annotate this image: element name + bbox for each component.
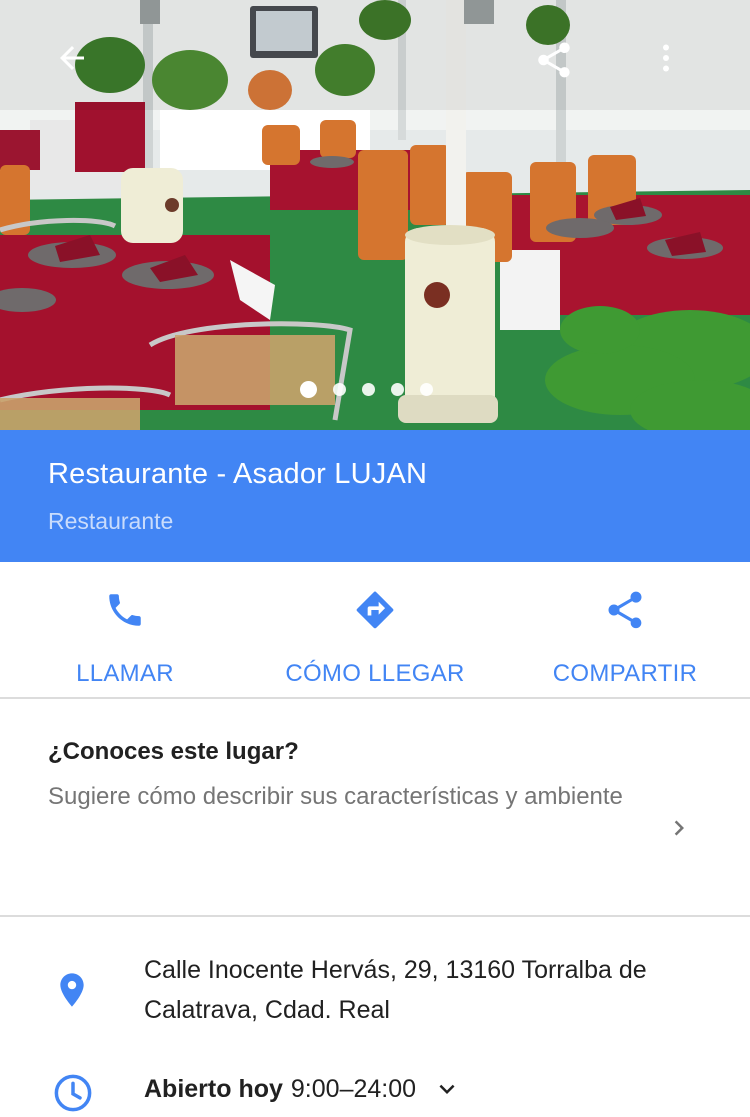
address-text: Calle Inocente Hervás, 29, 13160 Torralb… <box>144 956 647 1024</box>
back-button[interactable] <box>44 32 100 88</box>
share-button[interactable]: COMPARTIR <box>500 562 750 697</box>
hours-range: 9:00–24:00 <box>290 1074 417 1103</box>
directions-button[interactable]: CÓMO LLEGAR <box>250 562 500 697</box>
address-row[interactable]: Calle Inocente Hervás, 29, 13160 Torralb… <box>0 950 750 1040</box>
phone-icon <box>103 588 147 632</box>
photo-dot[interactable] <box>362 383 375 396</box>
call-label: LLAMAR <box>76 660 174 687</box>
more-vert-icon <box>648 40 684 81</box>
photo-dot[interactable] <box>333 383 346 396</box>
directions-icon <box>353 588 397 632</box>
share-icon <box>603 588 647 632</box>
more-options-button[interactable] <box>638 32 694 88</box>
hours-summary: Abierto hoy 9:00–24:00 <box>144 1074 462 1104</box>
share-icon <box>533 39 575 86</box>
chevron-down-icon[interactable] <box>432 1074 462 1104</box>
photo-dot[interactable] <box>300 381 317 398</box>
chevron-right-icon <box>664 813 694 848</box>
action-bar: LLAMAR CÓMO LLEGAR COMPARTIR <box>0 562 750 699</box>
photo-pagination <box>300 381 433 398</box>
place-category: Restaurante <box>48 508 174 534</box>
call-button[interactable]: LLAMAR <box>0 562 250 697</box>
share-photo-button[interactable] <box>526 34 582 90</box>
photo-dot[interactable] <box>420 383 433 396</box>
suggest-features-card[interactable]: ¿Conoces este lugar? Sugiere cómo descri… <box>0 701 750 917</box>
place-name: Restaurante - Asador LUJAN <box>48 458 428 490</box>
place-header: Restaurante - Asador LUJAN Restaurante <box>0 430 750 562</box>
back-arrow-icon <box>54 40 90 81</box>
suggest-description: Sugiere cómo describir sus característic… <box>48 783 623 810</box>
location-pin-icon <box>52 968 92 1017</box>
hours-status: Abierto hoy <box>144 1074 283 1103</box>
share-label: COMPARTIR <box>552 660 698 687</box>
photo-dot[interactable] <box>391 383 404 396</box>
clock-icon <box>52 1072 94 1117</box>
directions-label: CÓMO LLEGAR <box>285 660 465 687</box>
suggest-title: ¿Conoces este lugar? <box>48 738 299 765</box>
place-photo-carousel[interactable] <box>0 0 750 430</box>
hours-row[interactable]: Abierto hoy 9:00–24:00 <box>0 1066 750 1117</box>
